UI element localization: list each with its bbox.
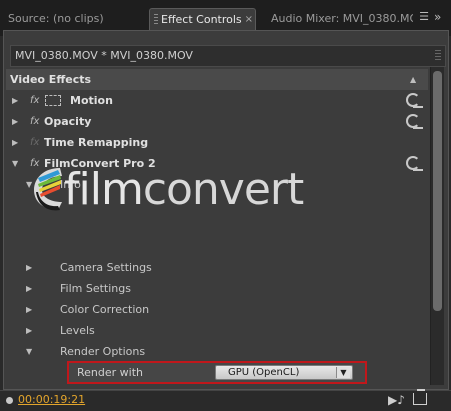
expand-triangle-icon[interactable]: ▶	[12, 132, 18, 153]
vertical-scrollbar[interactable]	[430, 67, 444, 385]
render-with-value: GPU (OpenCL)	[228, 367, 300, 378]
effect-label: Opacity	[44, 115, 92, 128]
motion-transform-icon[interactable]	[45, 95, 61, 106]
tab-effect-controls-label: Effect Controls	[161, 13, 242, 26]
tab-effect-controls[interactable]: Effect Controls ×	[149, 8, 256, 30]
sub-item-label: Render Options	[60, 345, 146, 358]
expand-triangle-icon[interactable]: ▶	[26, 278, 32, 299]
sub-item-levels[interactable]: ▶ Levels	[6, 320, 428, 341]
play-audio-icon[interactable]: ▶♪	[388, 393, 405, 407]
expand-triangle-icon[interactable]: ▶	[26, 299, 32, 320]
effect-row-opacity[interactable]: ▶ fx Opacity	[6, 111, 428, 132]
fx-icon[interactable]: fx	[30, 90, 39, 111]
effect-row-motion[interactable]: ▶ fx Motion	[6, 90, 428, 111]
sub-item-render-options[interactable]: ▼ Render Options	[6, 341, 428, 362]
expand-triangle-icon[interactable]: ▶	[26, 320, 32, 341]
expand-triangle-icon[interactable]: ▶	[12, 90, 18, 111]
current-timecode[interactable]: 00:00:19:21	[18, 393, 85, 406]
effect-label: Time Remapping	[44, 136, 149, 149]
sub-item-camera-settings[interactable]: ▶ Camera Settings	[6, 257, 428, 278]
tab-grip-icon[interactable]	[154, 14, 158, 26]
dropdown-arrow-icon[interactable]: ▼	[336, 367, 350, 378]
collapse-triangle-icon[interactable]: ▼	[26, 341, 32, 362]
tab-audio-mixer[interactable]: Audio Mixer: MVI_0380.MOV	[263, 8, 413, 30]
reset-icon[interactable]	[406, 93, 423, 108]
reset-icon[interactable]	[406, 114, 423, 129]
expand-triangle-icon[interactable]: ▶	[26, 257, 32, 278]
video-effects-header: Video Effects ▲	[6, 69, 428, 90]
playhead-marker-icon[interactable]	[6, 397, 13, 404]
tab-source[interactable]: Source: (no clips)	[0, 8, 150, 30]
tab-overflow-icon[interactable]: »	[434, 10, 448, 26]
filmconvert-logo: filmconvert	[30, 160, 304, 220]
logo-word-convert: convert	[142, 164, 304, 215]
render-with-row: Render with GPU (OpenCL) ▼	[67, 361, 367, 384]
sub-item-film-settings[interactable]: ▶ Film Settings	[6, 278, 428, 299]
panel-menu-icon[interactable]: ☰	[416, 10, 432, 26]
reset-icon[interactable]	[406, 156, 423, 171]
fx-icon[interactable]: fx	[30, 111, 39, 132]
expand-triangle-icon[interactable]: ▶	[12, 111, 18, 132]
sub-item-color-correction[interactable]: ▶ Color Correction	[6, 299, 428, 320]
effect-row-time-remapping[interactable]: ▶ fx Time Remapping	[6, 132, 428, 153]
close-icon[interactable]: ×	[245, 9, 253, 31]
grip-icon[interactable]	[435, 50, 441, 62]
sub-item-label: Film Settings	[60, 282, 131, 295]
panel-footer: 00:00:19:21 ▶♪	[0, 389, 451, 411]
fx-icon[interactable]: fx	[30, 132, 39, 153]
effect-label: Motion	[70, 94, 113, 107]
logo-wordmark: filmconvert	[64, 164, 304, 216]
section-title: Video Effects	[10, 73, 92, 86]
sub-item-label: Camera Settings	[60, 261, 152, 274]
export-icon[interactable]	[413, 389, 427, 405]
sub-item-label: Levels	[60, 324, 95, 337]
sub-item-label: Color Correction	[60, 303, 150, 316]
collapse-triangle-icon[interactable]: ▼	[12, 153, 18, 174]
scrollbar-thumb[interactable]	[433, 71, 442, 311]
render-with-label: Render with	[77, 366, 143, 379]
render-with-dropdown[interactable]: GPU (OpenCL) ▼	[215, 365, 353, 380]
collapse-up-icon[interactable]: ▲	[410, 69, 416, 90]
logo-word-film: film	[64, 164, 144, 215]
